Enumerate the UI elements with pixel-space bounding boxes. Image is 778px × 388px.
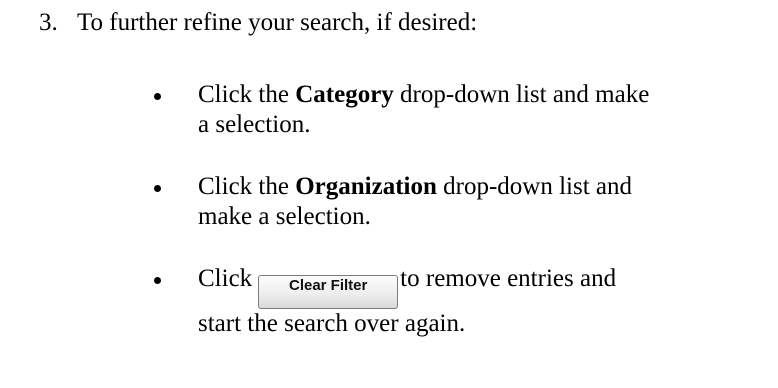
bullet-icon <box>154 93 161 100</box>
organization-term: Organization <box>295 173 437 200</box>
bullet-suffix-line2: a selection. <box>198 111 311 138</box>
bullet-item-organization: Click the Organization drop-down list an… <box>150 172 778 232</box>
bullet-prefix: Click the <box>198 81 296 108</box>
category-term: Category <box>295 81 394 108</box>
step-text: To further refine your search, if desire… <box>77 9 478 36</box>
bullet-list: Click the Category drop-down list and ma… <box>150 80 778 339</box>
bullet-item-category: Click the Category drop-down list and ma… <box>150 80 778 140</box>
bullet-suffix-line2: make a selection. <box>198 203 371 230</box>
bullet-suffix: to remove entries and <box>400 265 617 292</box>
bullet-suffix: drop-down list and <box>436 173 633 200</box>
bullet-icon <box>154 185 161 192</box>
clear-filter-button[interactable]: Clear Filter <box>258 275 399 309</box>
bullet-item-clear-filter: Click Clear Filter to remove entries and s… <box>150 264 778 339</box>
instruction-step: 3. To further refine your search, if des… <box>0 0 778 388</box>
bullet-prefix: Click <box>198 265 253 292</box>
step-number: 3. <box>39 9 58 36</box>
bullet-prefix: Click the <box>198 173 296 200</box>
bullet-icon <box>154 277 161 284</box>
bullet-suffix-line2: start the search over again. <box>198 310 466 337</box>
bullet-suffix: drop-down list and make <box>393 81 650 108</box>
